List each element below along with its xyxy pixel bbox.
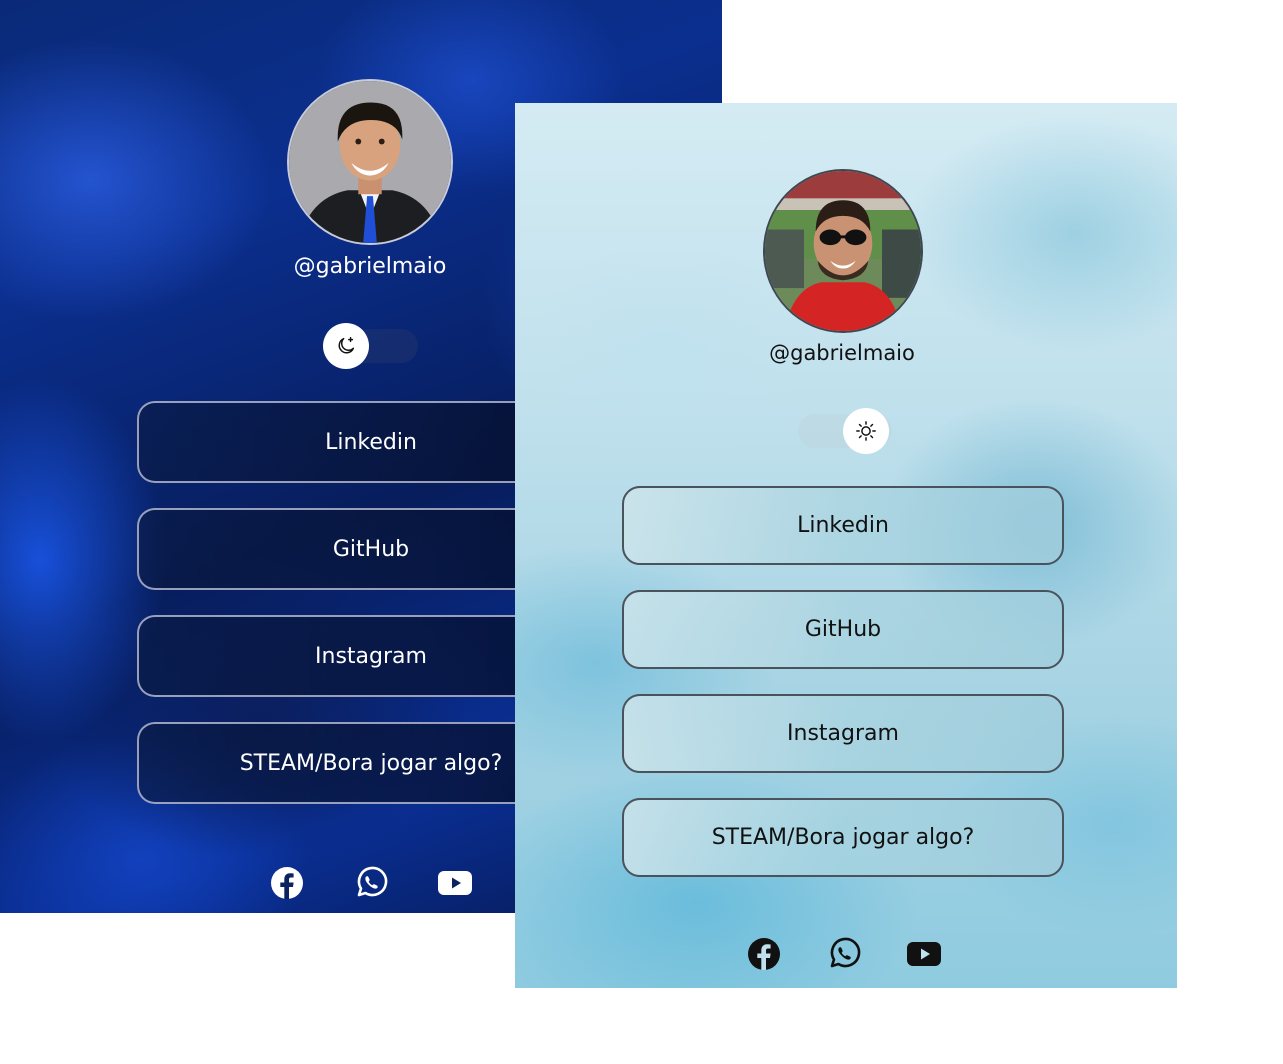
facebook-icon[interactable] [270,866,304,900]
button-label: STEAM/Bora jogar algo? [239,750,503,776]
username: @gabrielmaio [769,341,915,365]
avatar [287,79,453,245]
theme-toggle[interactable] [323,323,418,369]
light-profile-card: @gabrielmaio Linkedin GitHub Instagram S… [515,103,1177,988]
whatsapp-icon[interactable] [354,866,388,900]
button-label: STEAM/Bora jogar algo? [711,825,975,850]
button-label: Linkedin [325,429,417,455]
steam-button[interactable]: STEAM/Bora jogar algo? [622,798,1064,877]
toggle-knob[interactable] [843,408,889,454]
button-label: Linkedin [797,513,889,538]
avatar [763,169,923,333]
profile-photo [289,81,451,243]
moon-icon [338,337,355,354]
youtube-icon[interactable] [907,937,941,971]
facebook-icon[interactable] [747,937,781,971]
social-links [747,937,941,971]
theme-toggle[interactable] [798,408,892,454]
profile-photo [765,171,921,331]
social-links [270,866,472,900]
github-button[interactable]: GitHub [622,590,1064,669]
button-label: Instagram [315,643,427,669]
username: @gabrielmaio [293,254,447,279]
linkedin-button[interactable]: Linkedin [622,486,1064,565]
button-label: GitHub [804,617,882,642]
youtube-icon[interactable] [438,866,472,900]
button-label: Instagram [787,721,899,746]
button-label: GitHub [332,536,410,562]
toggle-knob[interactable] [323,323,369,369]
instagram-button[interactable]: Instagram [622,694,1064,773]
sun-icon [856,421,876,441]
whatsapp-icon[interactable] [827,937,861,971]
